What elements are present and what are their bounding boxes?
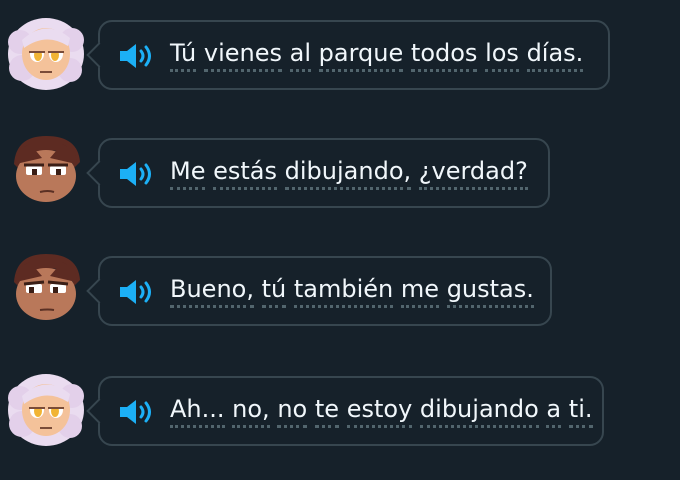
message-text: Me estás dibujando, ¿verdad? [170, 156, 528, 190]
word-token[interactable]: no, [232, 394, 270, 428]
message-text: Bueno, tú también me gustas. [170, 274, 534, 308]
word-token[interactable]: también [293, 274, 394, 308]
word-token[interactable]: días. [526, 38, 584, 72]
word-space [519, 39, 527, 67]
message-text: Tú vienes al parque todos los días. [170, 38, 584, 72]
word-space [411, 157, 419, 185]
word-token[interactable]: dibujando [419, 394, 539, 428]
word-token[interactable]: Ah... [170, 394, 225, 428]
boy-avatar-graphic [14, 136, 80, 202]
word-token[interactable]: Tú [170, 38, 197, 72]
word-space [393, 275, 401, 303]
dialogue-row: Tú vienes al parque todos los días. [0, 10, 680, 110]
word-space [439, 275, 447, 303]
dialogue-row: Bueno, tú también me gustas. [0, 246, 680, 346]
word-token[interactable]: al [289, 38, 312, 72]
word-token[interactable]: tú [261, 274, 287, 308]
word-space [403, 39, 411, 67]
dialogue-row: Me estás dibujando, ¿verdad? [0, 128, 680, 228]
word-token[interactable]: Bueno, [170, 274, 254, 308]
word-space [311, 39, 319, 67]
word-token[interactable]: los [485, 38, 519, 72]
speaker-icon[interactable] [118, 277, 156, 307]
dialogue-row: Ah... no, no te estoy dibujando a ti. [0, 366, 680, 466]
girl-avatar [2, 366, 88, 452]
word-token[interactable]: no [277, 394, 308, 428]
word-token[interactable]: estás [213, 156, 278, 190]
word-space [277, 157, 285, 185]
speech-bubble: Me estás dibujando, ¿verdad? [98, 138, 550, 208]
speaker-icon[interactable] [118, 159, 156, 189]
word-space [539, 395, 547, 423]
message-text: Ah... no, no te estoy dibujando a ti. [170, 394, 593, 428]
girl-avatar-graphic [8, 374, 84, 446]
word-space [561, 395, 569, 423]
word-token[interactable]: a [546, 394, 562, 428]
speech-bubble: Bueno, tú también me gustas. [98, 256, 552, 326]
word-token[interactable]: gustas. [446, 274, 534, 308]
word-token[interactable]: me [400, 274, 440, 308]
speaker-icon[interactable] [118, 397, 156, 427]
word-space [286, 275, 294, 303]
word-token[interactable]: ¿verdad? [418, 156, 528, 190]
word-token[interactable]: estoy [346, 394, 413, 428]
word-token[interactable]: te [314, 394, 340, 428]
word-space [270, 395, 278, 423]
word-token[interactable]: Me [170, 156, 206, 190]
speech-bubble: Ah... no, no te estoy dibujando a ti. [98, 376, 604, 446]
word-space [225, 395, 233, 423]
word-space [477, 39, 485, 67]
word-space [196, 39, 204, 67]
boy-avatar [2, 246, 88, 332]
word-token[interactable]: vienes [203, 38, 282, 72]
word-space [282, 39, 290, 67]
word-token[interactable]: ti. [568, 394, 593, 428]
word-token[interactable]: dibujando, [284, 156, 412, 190]
word-space [254, 275, 262, 303]
girl-avatar [2, 10, 88, 96]
word-token[interactable]: todos [410, 38, 478, 72]
word-token[interactable]: parque [318, 38, 404, 72]
speaker-icon[interactable] [118, 41, 156, 71]
boy-avatar [2, 128, 88, 214]
speech-bubble: Tú vienes al parque todos los días. [98, 20, 610, 90]
word-space [412, 395, 420, 423]
boy-avatar-graphic [14, 254, 80, 320]
word-space [205, 157, 213, 185]
word-space [339, 395, 347, 423]
word-space [307, 395, 315, 423]
girl-avatar-graphic [8, 18, 84, 90]
